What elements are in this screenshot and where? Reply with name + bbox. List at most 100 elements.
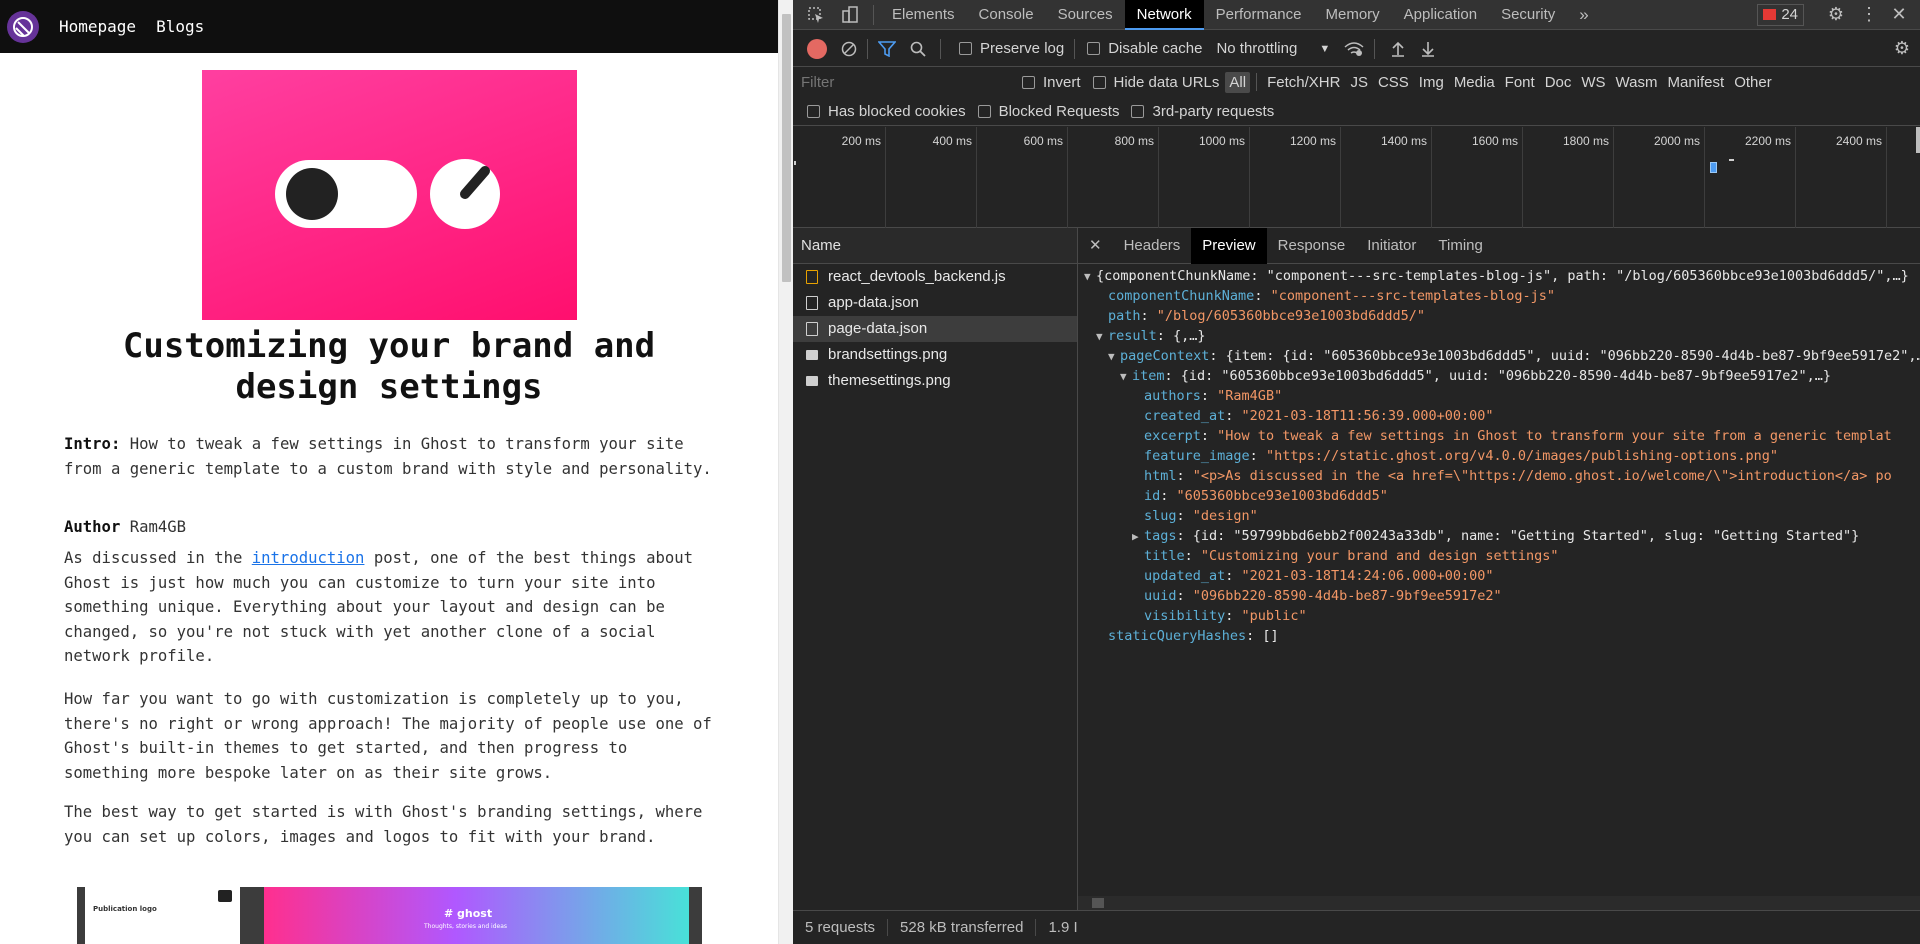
- json-tree-line: updated_at: "2021-03-18T14:24:06.000+00:…: [1078, 566, 1920, 586]
- inspect-element-icon[interactable]: [799, 0, 833, 30]
- author-label: Author: [64, 518, 121, 536]
- checkbox-box[interactable]: [1087, 42, 1101, 55]
- tab-security[interactable]: Security: [1489, 0, 1567, 30]
- type-filter-wasm[interactable]: Wasm: [1616, 74, 1658, 91]
- type-filter-manifest[interactable]: Manifest: [1668, 74, 1725, 91]
- request-row[interactable]: themesettings.png: [793, 368, 1077, 394]
- toolbar-divider: [867, 38, 868, 59]
- detail-tab-timing[interactable]: Timing: [1427, 228, 1493, 264]
- json-tree-line[interactable]: ▶ tags: {id: "59799bbd6ebb2f00243a33db", …: [1078, 526, 1920, 546]
- third-party-checkbox[interactable]: 3rd-party requests: [1131, 103, 1274, 120]
- request-row[interactable]: page-data.json: [793, 316, 1077, 342]
- image-file-icon: [806, 350, 818, 360]
- collapsed-caret-icon[interactable]: ▶: [1132, 527, 1144, 547]
- checkbox-box[interactable]: [1022, 75, 1035, 89]
- expanded-caret-icon[interactable]: ▼: [1096, 327, 1108, 347]
- network-conditions-icon[interactable]: [1344, 41, 1364, 57]
- filter-input[interactable]: [797, 71, 1012, 93]
- type-filter-media[interactable]: Media: [1454, 74, 1495, 91]
- error-counter[interactable]: 24: [1757, 3, 1804, 26]
- nav-blogs-link[interactable]: Blogs: [156, 17, 204, 36]
- expanded-caret-icon[interactable]: ▼: [1120, 367, 1132, 387]
- close-devtools-icon[interactable]: ✕: [1884, 4, 1914, 25]
- checkbox-box[interactable]: [959, 42, 972, 55]
- record-icon[interactable]: [807, 38, 827, 59]
- search-icon[interactable]: [910, 41, 926, 57]
- import-har-icon[interactable]: [1391, 41, 1405, 57]
- detail-tab-preview[interactable]: Preview: [1191, 227, 1267, 264]
- network-settings-gear-icon[interactable]: ⚙: [1894, 38, 1910, 59]
- timeline-tick-label: 1200 ms: [1289, 134, 1336, 148]
- type-filter-font[interactable]: Font: [1505, 74, 1535, 91]
- type-filter-img[interactable]: Img: [1419, 74, 1444, 91]
- intro-paragraph: Intro: How to tweak a few settings in Gh…: [64, 432, 714, 481]
- timeline-tick-line: [1249, 127, 1250, 228]
- device-toolbar-icon[interactable]: [833, 0, 867, 30]
- detail-tab-initiator[interactable]: Initiator: [1356, 228, 1427, 264]
- has-blocked-cookies-checkbox[interactable]: Has blocked cookies: [807, 103, 966, 120]
- tab-sources[interactable]: Sources: [1046, 0, 1125, 30]
- filter-funnel-icon[interactable]: [878, 40, 896, 57]
- checkbox-box[interactable]: [1131, 104, 1145, 118]
- json-tree-line[interactable]: ▼ {componentChunkName: "component---src-t…: [1078, 266, 1920, 286]
- introduction-link[interactable]: introduction: [252, 549, 365, 567]
- type-filter-fetch-xhr[interactable]: Fetch/XHR: [1267, 74, 1340, 91]
- disable-cache-checkbox[interactable]: Disable cache: [1087, 40, 1202, 57]
- tab-console[interactable]: Console: [967, 0, 1046, 30]
- type-filter-css[interactable]: CSS: [1378, 74, 1409, 91]
- detail-tab-response[interactable]: Response: [1267, 228, 1357, 264]
- json-string-value: "<p>As discussed in the <a href=\"https:…: [1192, 468, 1892, 484]
- preserve-log-checkbox[interactable]: Preserve log: [959, 40, 1064, 57]
- clear-icon[interactable]: [841, 41, 857, 57]
- gatsby-logo-icon[interactable]: [7, 10, 39, 43]
- timeline-tick-label: 2400 ms: [1835, 134, 1882, 148]
- json-text: : {id: "59799bbd6ebb2f00243a33db", name:…: [1176, 528, 1860, 544]
- tab-elements[interactable]: Elements: [880, 0, 967, 30]
- nav-homepage-link[interactable]: Homepage: [59, 17, 136, 36]
- name-column-header[interactable]: Name: [793, 228, 1077, 264]
- request-row[interactable]: app-data.json: [793, 290, 1077, 316]
- export-har-icon[interactable]: [1421, 41, 1435, 57]
- checkbox-box[interactable]: [977, 104, 991, 118]
- page-scrollbar-thumb[interactable]: [782, 14, 791, 282]
- has-blocked-cookies-label: Has blocked cookies: [828, 102, 966, 120]
- script-file-icon: [806, 270, 818, 284]
- horizontal-scrollbar-thumb[interactable]: [1092, 898, 1104, 908]
- tab-network[interactable]: Network: [1124, 0, 1204, 30]
- json-tree-line[interactable]: ▼ item: {id: "605360bbce93e1003bd6ddd5", …: [1078, 366, 1920, 386]
- page-scrollbar[interactable]: [778, 0, 793, 944]
- network-overview-timeline[interactable]: 200 ms 400 ms 600 ms 800 ms 1000 ms 1200 ms 14…: [793, 127, 1920, 228]
- throttling-dropdown-icon[interactable]: ▼: [1319, 43, 1330, 55]
- json-tree-line: uuid: "096bb220-8590-4d4b-be87-9bf9ee591…: [1078, 586, 1920, 606]
- invert-checkbox[interactable]: Invert: [1022, 74, 1081, 91]
- blocked-requests-checkbox[interactable]: Blocked Requests: [977, 103, 1119, 120]
- expanded-caret-icon[interactable]: ▼: [1084, 267, 1096, 287]
- timeline-handle[interactable]: [1916, 127, 1920, 153]
- tab-application[interactable]: Application: [1392, 0, 1489, 30]
- request-row[interactable]: brandsettings.png: [793, 342, 1077, 368]
- type-filter-other[interactable]: Other: [1734, 74, 1772, 91]
- tab-performance[interactable]: Performance: [1204, 0, 1314, 30]
- json-tree-line[interactable]: ▼ pageContext: {item: {id: "605360bbce93e…: [1078, 346, 1920, 366]
- type-filter-ws[interactable]: WS: [1581, 74, 1605, 91]
- horizontal-scrollbar[interactable]: [1078, 896, 1920, 910]
- tab-memory[interactable]: Memory: [1314, 0, 1392, 30]
- checkbox-box[interactable]: [1092, 75, 1106, 89]
- throttling-select[interactable]: No throttling: [1216, 40, 1297, 57]
- hide-data-urls-checkbox[interactable]: Hide data URLs: [1092, 74, 1219, 91]
- type-filter-all[interactable]: All: [1225, 71, 1251, 93]
- request-row[interactable]: react_devtools_backend.js: [793, 264, 1077, 290]
- settings-gear-icon[interactable]: ⚙: [1818, 4, 1854, 25]
- type-filter-doc[interactable]: Doc: [1545, 74, 1572, 91]
- expanded-caret-icon[interactable]: ▼: [1108, 347, 1120, 367]
- json-key: path: [1108, 308, 1141, 324]
- json-text: :: [1176, 508, 1193, 524]
- checkbox-box[interactable]: [807, 104, 820, 118]
- detail-tab-headers[interactable]: Headers: [1113, 228, 1192, 264]
- kebab-menu-icon[interactable]: ⋮: [1854, 4, 1884, 25]
- json-tree-line[interactable]: ▼ result: {,…}: [1078, 326, 1920, 346]
- intro-text: How to tweak a few settings in Ghost to …: [64, 435, 712, 478]
- more-tabs-icon[interactable]: »: [1567, 0, 1600, 30]
- type-filter-js[interactable]: JS: [1350, 74, 1368, 91]
- close-detail-icon[interactable]: ✕: [1078, 228, 1113, 264]
